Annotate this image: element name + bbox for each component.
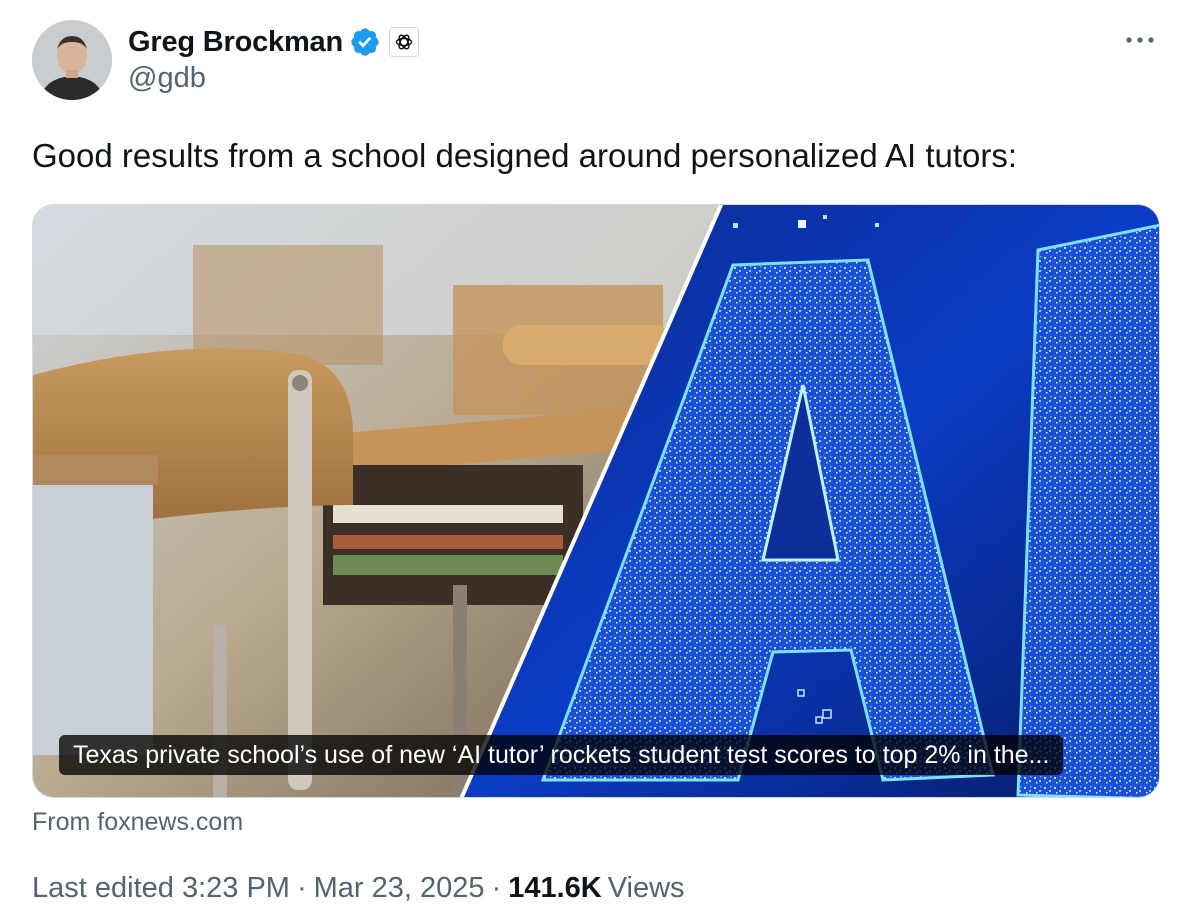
tweet-meta: Last edited 3:23 PM · Mar 23, 2025 · 141…: [32, 872, 685, 905]
author-handle[interactable]: @gdb: [128, 62, 206, 95]
verified-badge-icon[interactable]: [349, 26, 381, 58]
card-source-link[interactable]: From foxnews.com: [32, 808, 243, 837]
tweet-date-link[interactable]: Mar 23, 2025: [314, 872, 485, 905]
meta-separator: ·: [491, 872, 502, 904]
author-display-name[interactable]: Greg Brockman: [128, 26, 343, 59]
last-edited-link[interactable]: Last edited 3:23 PM: [32, 872, 290, 905]
author-name-row: Greg Brockman: [128, 22, 419, 62]
tweet-text: Good results from a school designed arou…: [32, 137, 1018, 174]
link-card[interactable]: Texas private school’s use of new ‘AI tu…: [32, 204, 1160, 798]
views-label: Views: [607, 872, 685, 904]
card-image: [33, 205, 1159, 797]
views-count: 141.6K: [508, 872, 602, 904]
card-headline[interactable]: Texas private school’s use of new ‘AI tu…: [59, 735, 1064, 775]
avatar[interactable]: [32, 20, 112, 100]
openai-logo-icon[interactable]: [388, 27, 419, 57]
more-options-icon[interactable]: [1118, 20, 1162, 60]
meta-separator: ·: [296, 872, 307, 904]
